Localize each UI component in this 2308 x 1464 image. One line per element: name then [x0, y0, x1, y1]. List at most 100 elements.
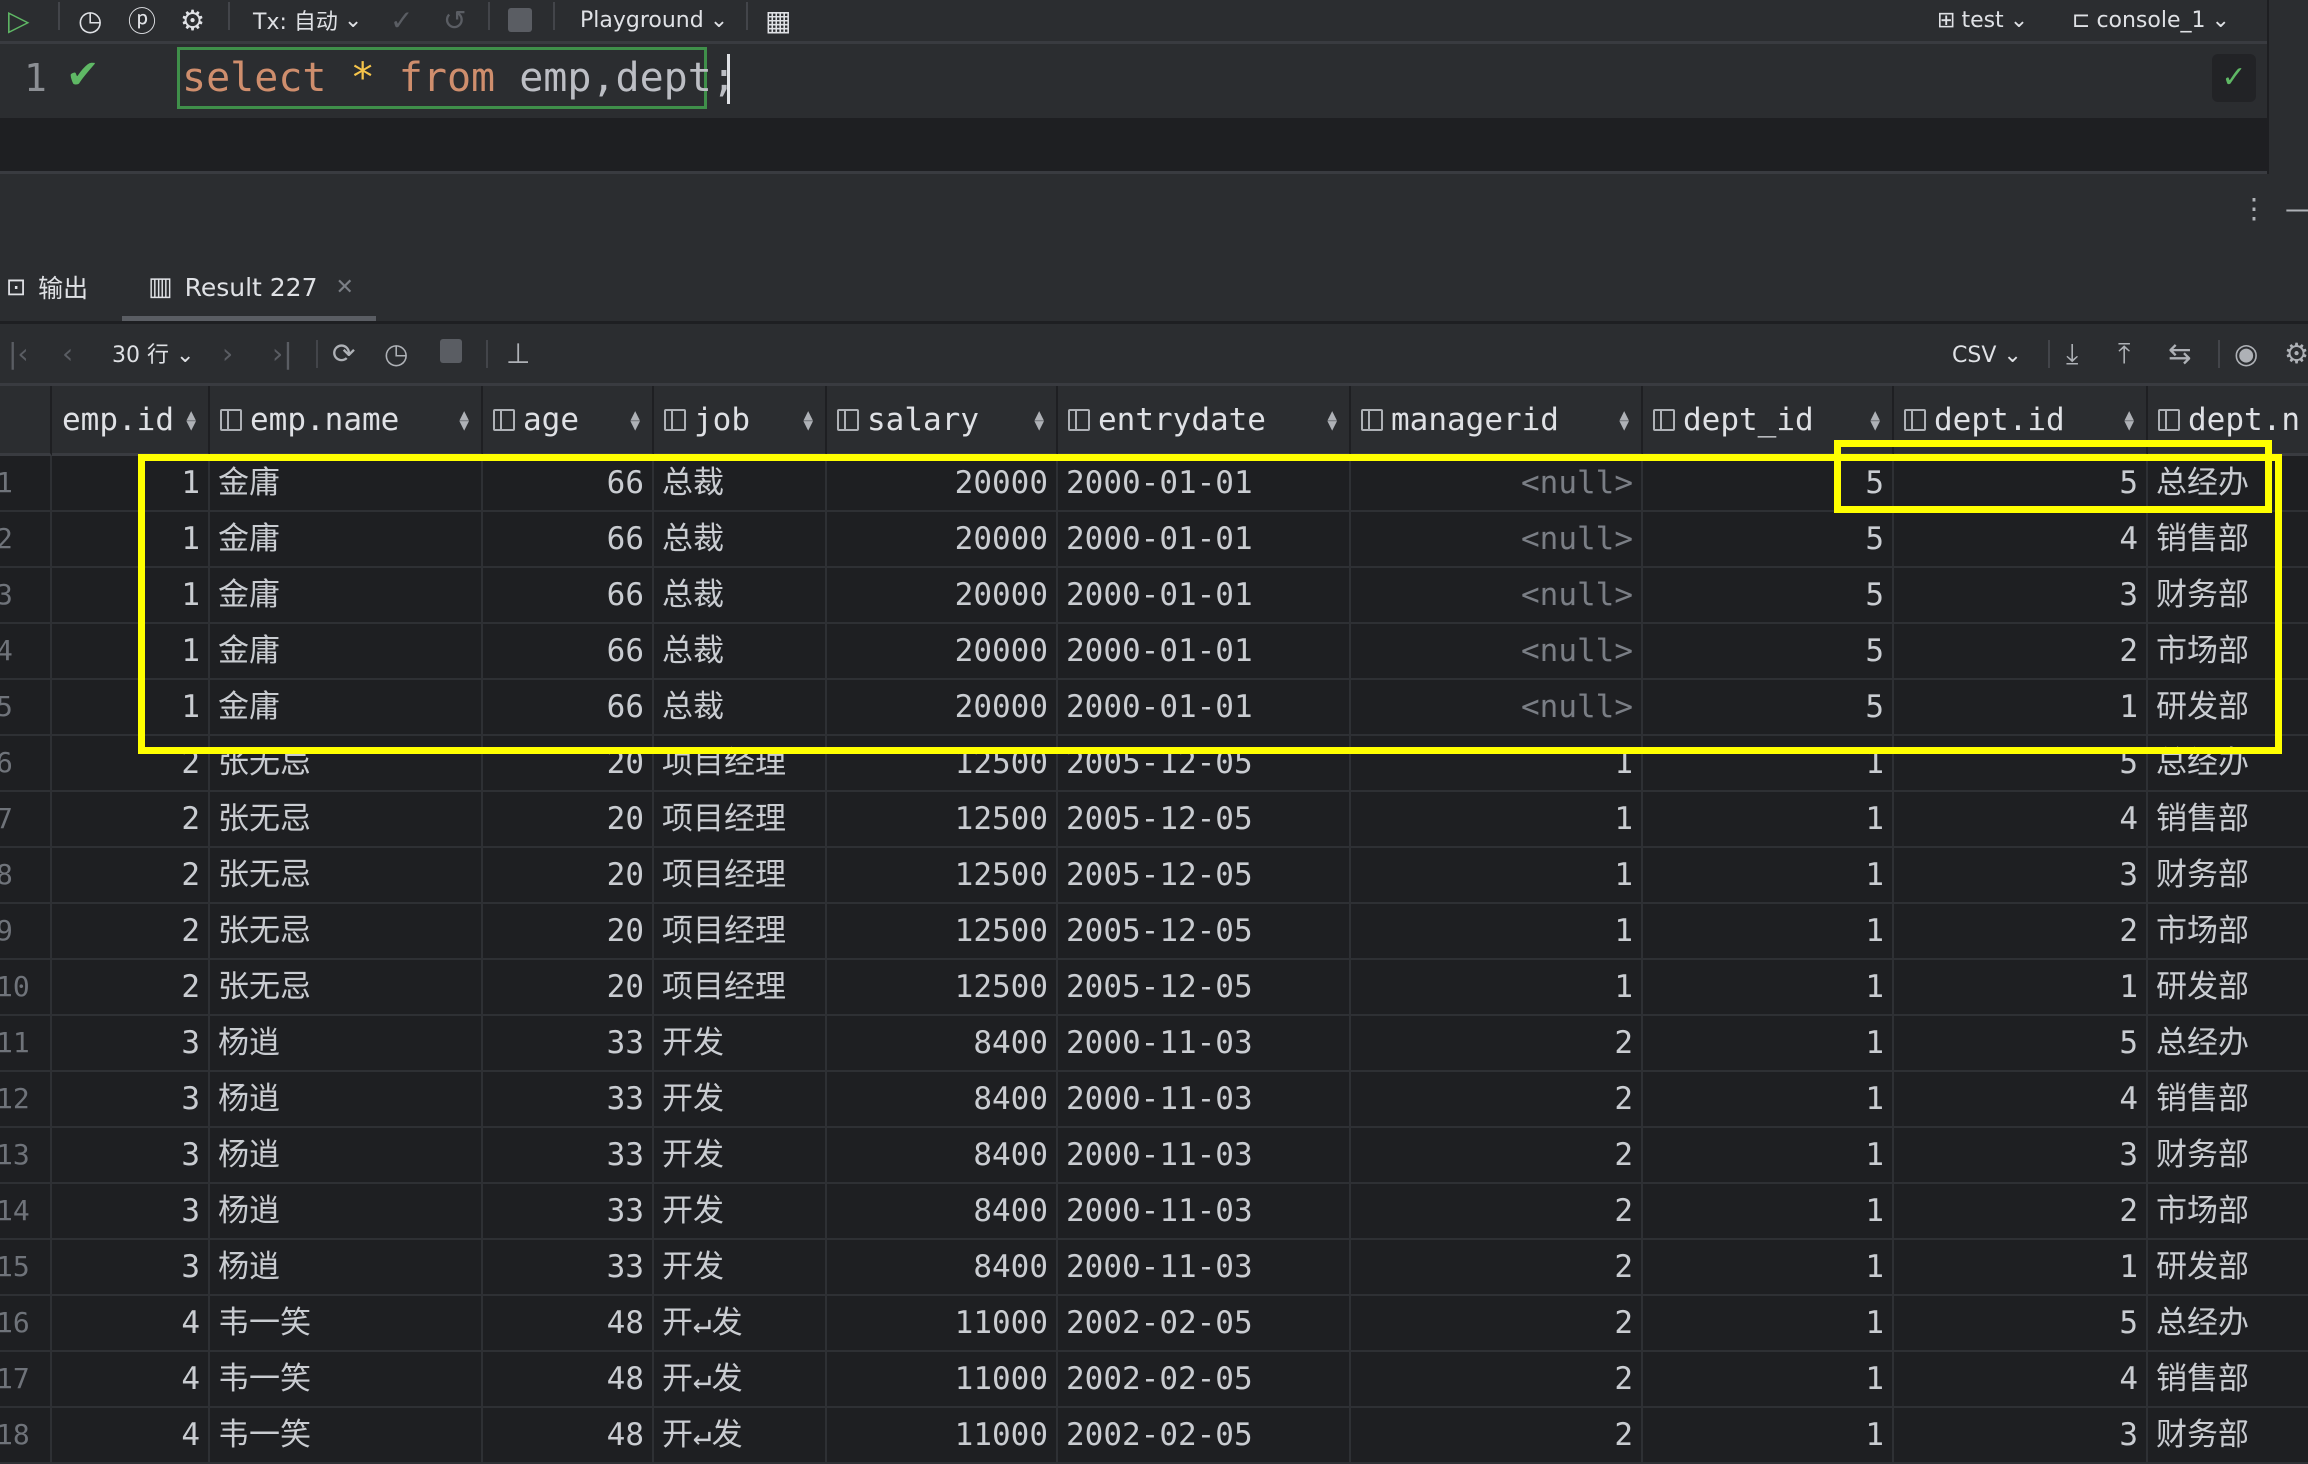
cell-emp-name[interactable]: 张无忌 — [210, 792, 483, 848]
cell-dept-id[interactable]: 3 — [1894, 1408, 2148, 1464]
cell-job[interactable]: 项目经理 — [654, 904, 827, 960]
cell-emp-name[interactable]: 张无忌 — [210, 848, 483, 904]
cell-dept-name[interactable]: 市场部 — [2148, 904, 2308, 960]
cell-job[interactable]: 项目经理 — [654, 848, 827, 904]
cell-age[interactable]: 48 — [483, 1352, 654, 1408]
cell-managerid[interactable]: 2 — [1351, 1240, 1643, 1296]
cell-dept-id[interactable]: 2 — [1894, 624, 2148, 680]
cell-managerid[interactable]: 2 — [1351, 1016, 1643, 1072]
view-eye-icon[interactable]: ◉ — [2234, 338, 2258, 370]
minimize-icon[interactable]: — — [2285, 192, 2308, 225]
cell-managerid[interactable]: 2 — [1351, 1072, 1643, 1128]
export-format-dropdown[interactable]: CSV ⌄ — [1952, 340, 2022, 372]
row-number[interactable]: 9 — [0, 904, 52, 960]
column-header-emp-id[interactable]: emp.id ▲ ▼ — [52, 386, 210, 456]
history-icon[interactable]: ◷ — [78, 0, 102, 40]
cell-salary[interactable]: 20000 — [827, 568, 1058, 624]
row-number[interactable]: 16 — [0, 1296, 52, 1352]
cell-dept-id[interactable]: 5 — [1894, 1296, 2148, 1352]
cell-age[interactable]: 48 — [483, 1296, 654, 1352]
cell-managerid[interactable]: 2 — [1351, 1296, 1643, 1352]
cell-job[interactable]: 项目经理 — [654, 736, 827, 792]
cell-emp-name[interactable]: 杨逍 — [210, 1128, 483, 1184]
cell-emp-id[interactable]: 2 — [52, 792, 210, 848]
cell-entrydate[interactable]: 2005-12-05 — [1058, 736, 1351, 792]
cell-managerid[interactable]: <null> — [1351, 624, 1643, 680]
cell-salary[interactable]: 8400 — [827, 1128, 1058, 1184]
sql-editor[interactable]: 1 ✔ select * from emp,dept; ✓ — [0, 44, 2267, 118]
cell-dept-name[interactable]: 市场部 — [2148, 1184, 2308, 1240]
cell-managerid[interactable]: 1 — [1351, 736, 1643, 792]
cell-job[interactable]: 开发 — [654, 1072, 827, 1128]
cell-emp-name[interactable]: 杨逍 — [210, 1016, 483, 1072]
settings-gear-icon[interactable]: ⚙ — [2284, 338, 2308, 370]
close-icon[interactable]: ✕ — [336, 275, 354, 300]
refresh-icon[interactable]: ⟳ — [332, 338, 355, 370]
cell-emp-name[interactable]: 金庸 — [210, 680, 483, 736]
cell-entrydate[interactable]: 2005-12-05 — [1058, 792, 1351, 848]
cell-dept-id-fk[interactable]: 1 — [1643, 1184, 1894, 1240]
column-header-emp-name[interactable]: emp.name ▲ ▼ — [210, 386, 483, 456]
cell-entrydate[interactable]: 2000-11-03 — [1058, 1240, 1351, 1296]
cell-emp-id[interactable]: 3 — [52, 1184, 210, 1240]
cell-dept-id[interactable]: 4 — [1894, 512, 2148, 568]
cell-salary[interactable]: 12500 — [827, 848, 1058, 904]
cell-emp-id[interactable]: 4 — [52, 1352, 210, 1408]
cell-entrydate[interactable]: 2000-11-03 — [1058, 1128, 1351, 1184]
column-header-dept-id-fk[interactable]: dept_id ▲ ▼ — [1643, 386, 1894, 456]
cell-dept-id[interactable]: 5 — [1894, 456, 2148, 512]
cell-dept-id[interactable]: 3 — [1894, 568, 2148, 624]
cell-salary[interactable]: 8400 — [827, 1240, 1058, 1296]
cell-dept-name[interactable]: 总经办 — [2148, 736, 2308, 792]
cell-entrydate[interactable]: 2005-12-05 — [1058, 904, 1351, 960]
row-number[interactable]: 2 — [0, 512, 52, 568]
column-header-salary[interactable]: salary ▲ ▼ — [827, 386, 1058, 456]
row-number[interactable]: 1 — [0, 456, 52, 512]
cell-emp-id[interactable]: 3 — [52, 1072, 210, 1128]
cell-managerid[interactable]: 1 — [1351, 792, 1643, 848]
sort-icon[interactable]: ▲ ▼ — [630, 406, 640, 432]
cell-dept-name[interactable]: 研发部 — [2148, 1240, 2308, 1296]
cell-managerid[interactable]: <null> — [1351, 456, 1643, 512]
cell-entrydate[interactable]: 2000-11-03 — [1058, 1184, 1351, 1240]
cell-dept-id-fk[interactable]: 1 — [1643, 736, 1894, 792]
sort-icon[interactable]: ▲ ▼ — [1327, 406, 1337, 432]
commit-check-icon[interactable]: ✓ — [390, 0, 413, 40]
schema-dropdown[interactable]: ⊞ test ⌄ — [1937, 0, 2028, 40]
cell-dept-name[interactable]: 总经办 — [2148, 1016, 2308, 1072]
tab-result[interactable]: ▥ Result 227 ✕ — [148, 253, 354, 321]
cell-entrydate[interactable]: 2002-02-05 — [1058, 1408, 1351, 1464]
row-number[interactable]: 4 — [0, 624, 52, 680]
cell-salary[interactable]: 20000 — [827, 624, 1058, 680]
cell-dept-id[interactable]: 4 — [1894, 1352, 2148, 1408]
cell-job[interactable]: 开↵发 — [654, 1296, 827, 1352]
column-header-dept-name[interactable]: dept.n — [2148, 386, 2308, 456]
cell-dept-name[interactable]: 财务部 — [2148, 568, 2308, 624]
cell-dept-name[interactable]: 总经办 — [2148, 456, 2308, 512]
cell-dept-id-fk[interactable]: 1 — [1643, 792, 1894, 848]
cell-entrydate[interactable]: 2005-12-05 — [1058, 960, 1351, 1016]
cell-job[interactable]: 开发 — [654, 1016, 827, 1072]
sql-statement[interactable]: select * from emp,dept; — [177, 47, 736, 109]
cell-emp-name[interactable]: 金庸 — [210, 512, 483, 568]
cell-managerid[interactable]: <null> — [1351, 568, 1643, 624]
cell-entrydate[interactable]: 2000-01-01 — [1058, 624, 1351, 680]
cell-job[interactable]: 开发 — [654, 1128, 827, 1184]
cell-dept-id[interactable]: 3 — [1894, 848, 2148, 904]
row-number[interactable]: 5 — [0, 680, 52, 736]
row-number[interactable]: 11 — [0, 1016, 52, 1072]
cell-emp-id[interactable]: 4 — [52, 1408, 210, 1464]
cell-dept-id[interactable]: 1 — [1894, 1240, 2148, 1296]
cell-dept-id-fk[interactable]: 1 — [1643, 1072, 1894, 1128]
cell-age[interactable]: 20 — [483, 904, 654, 960]
cell-age[interactable]: 66 — [483, 568, 654, 624]
cell-emp-id[interactable]: 1 — [52, 624, 210, 680]
cell-dept-id-fk[interactable]: 1 — [1643, 1352, 1894, 1408]
cell-emp-name[interactable]: 金庸 — [210, 568, 483, 624]
cell-job[interactable]: 总裁 — [654, 456, 827, 512]
cell-dept-name[interactable]: 销售部 — [2148, 512, 2308, 568]
cell-salary[interactable]: 12500 — [827, 904, 1058, 960]
upload-icon[interactable]: ⤒ — [2118, 338, 2130, 370]
editor-empty-area[interactable] — [0, 118, 2267, 174]
row-number[interactable]: 6 — [0, 736, 52, 792]
